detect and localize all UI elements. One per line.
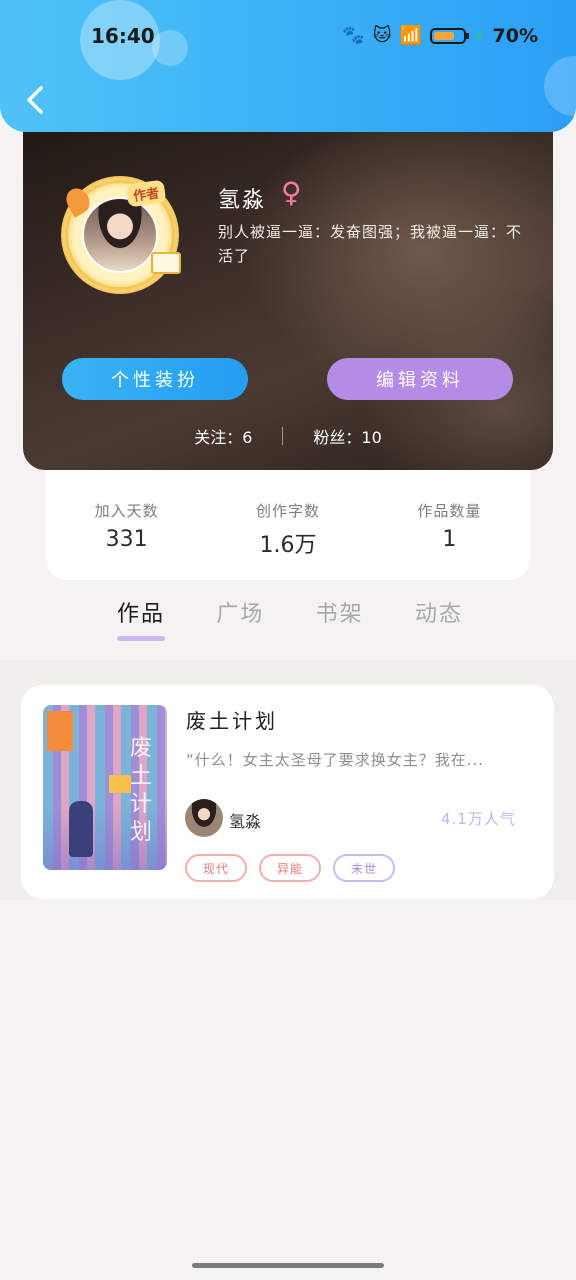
stat-value: 331 (105, 527, 148, 552)
tab-underline (117, 636, 165, 641)
tab-works[interactable]: 作品 (95, 596, 187, 646)
tab-label: 动态 (414, 602, 463, 627)
tab-label: 书架 (315, 602, 364, 627)
username: 氢淼 (218, 188, 267, 213)
decor-bubble (544, 56, 576, 116)
work-summary: “什么！女主太圣母了要求换女主？我在... (186, 751, 485, 769)
divider (282, 427, 284, 445)
tag-list: 现代 异能 末世 (185, 854, 396, 882)
decor-button[interactable]: 个性装扮 (62, 358, 248, 400)
popularity-text: 4.1万人气 (441, 810, 516, 828)
stat-join-days: 加入天数 331 (46, 500, 207, 580)
battery-percent: 70% (492, 25, 538, 47)
cat-icon: 🐱 (372, 25, 392, 46)
top-header: 16:40 🐾 🐱 📶 ⚡ 70% (0, 0, 576, 132)
stat-label: 创作字数 (255, 502, 320, 520)
stat-value: 1 (442, 527, 457, 552)
stats-card: 加入天数 331 创作字数 1.6万 作品数量 1 (46, 460, 530, 580)
decor-bubble (152, 30, 188, 66)
profile-card: 作者 氢淼 ♀ 别人被逼一逼：发奋图强；我被逼一逼：不活了 个性装扮 编辑资料 … (23, 110, 553, 470)
stat-label: 作品数量 (417, 502, 482, 520)
status-icons: 🐾 🐱 📶 ⚡ 70% (342, 24, 538, 48)
tab-moments[interactable]: 动态 (393, 596, 485, 646)
book-cover[interactable]: 废土计划 (43, 705, 167, 870)
status-time: 16:40 (91, 24, 155, 48)
work-title[interactable]: 废土计划 (186, 705, 278, 734)
cover-title: 废土计划 (129, 736, 152, 845)
book-icon (151, 252, 181, 274)
signature-text: 别人被逼一逼：发奋图强；我被逼一逼：不活了 (218, 223, 523, 265)
chevron-left-icon (27, 86, 43, 114)
paw-icon: 🐾 (342, 25, 365, 46)
female-icon: ♀ (281, 176, 302, 209)
following-count[interactable]: 关注：6 (194, 424, 252, 448)
stat-works-count: 作品数量 1 (369, 500, 530, 580)
charging-icon: ⚡ (473, 27, 485, 45)
avatar (82, 197, 158, 273)
stat-label: 加入天数 (94, 502, 159, 520)
battery-icon (429, 28, 469, 44)
tab-square[interactable]: 广场 (194, 596, 286, 646)
author-avatar (185, 799, 223, 837)
tag[interactable]: 末世 (333, 854, 396, 882)
tag[interactable]: 现代 (185, 854, 248, 882)
signal-icon: 📶 (399, 25, 422, 46)
stat-value: 1.6万 (259, 533, 317, 558)
tab-bar: 作品 广场 书架 动态 (95, 596, 485, 646)
tag[interactable]: 异能 (259, 854, 322, 882)
tab-label: 广场 (216, 602, 265, 627)
follow-stats: 关注：6 粉丝：10 (23, 424, 553, 448)
home-indicator[interactable] (192, 1263, 384, 1268)
stat-word-count: 创作字数 1.6万 (207, 500, 368, 580)
edit-profile-button[interactable]: 编辑资料 (327, 358, 513, 400)
tab-label: 作品 (116, 602, 165, 627)
back-button[interactable] (18, 82, 52, 118)
work-card[interactable]: 废土计划 废土计划 “什么！女主太圣母了要求换女主？我在... 氢淼 4.1万人… (21, 685, 554, 899)
tab-bookshelf[interactable]: 书架 (294, 596, 386, 646)
fans-count[interactable]: 粉丝：10 (313, 424, 381, 448)
author-name: 氢淼 (229, 812, 262, 831)
